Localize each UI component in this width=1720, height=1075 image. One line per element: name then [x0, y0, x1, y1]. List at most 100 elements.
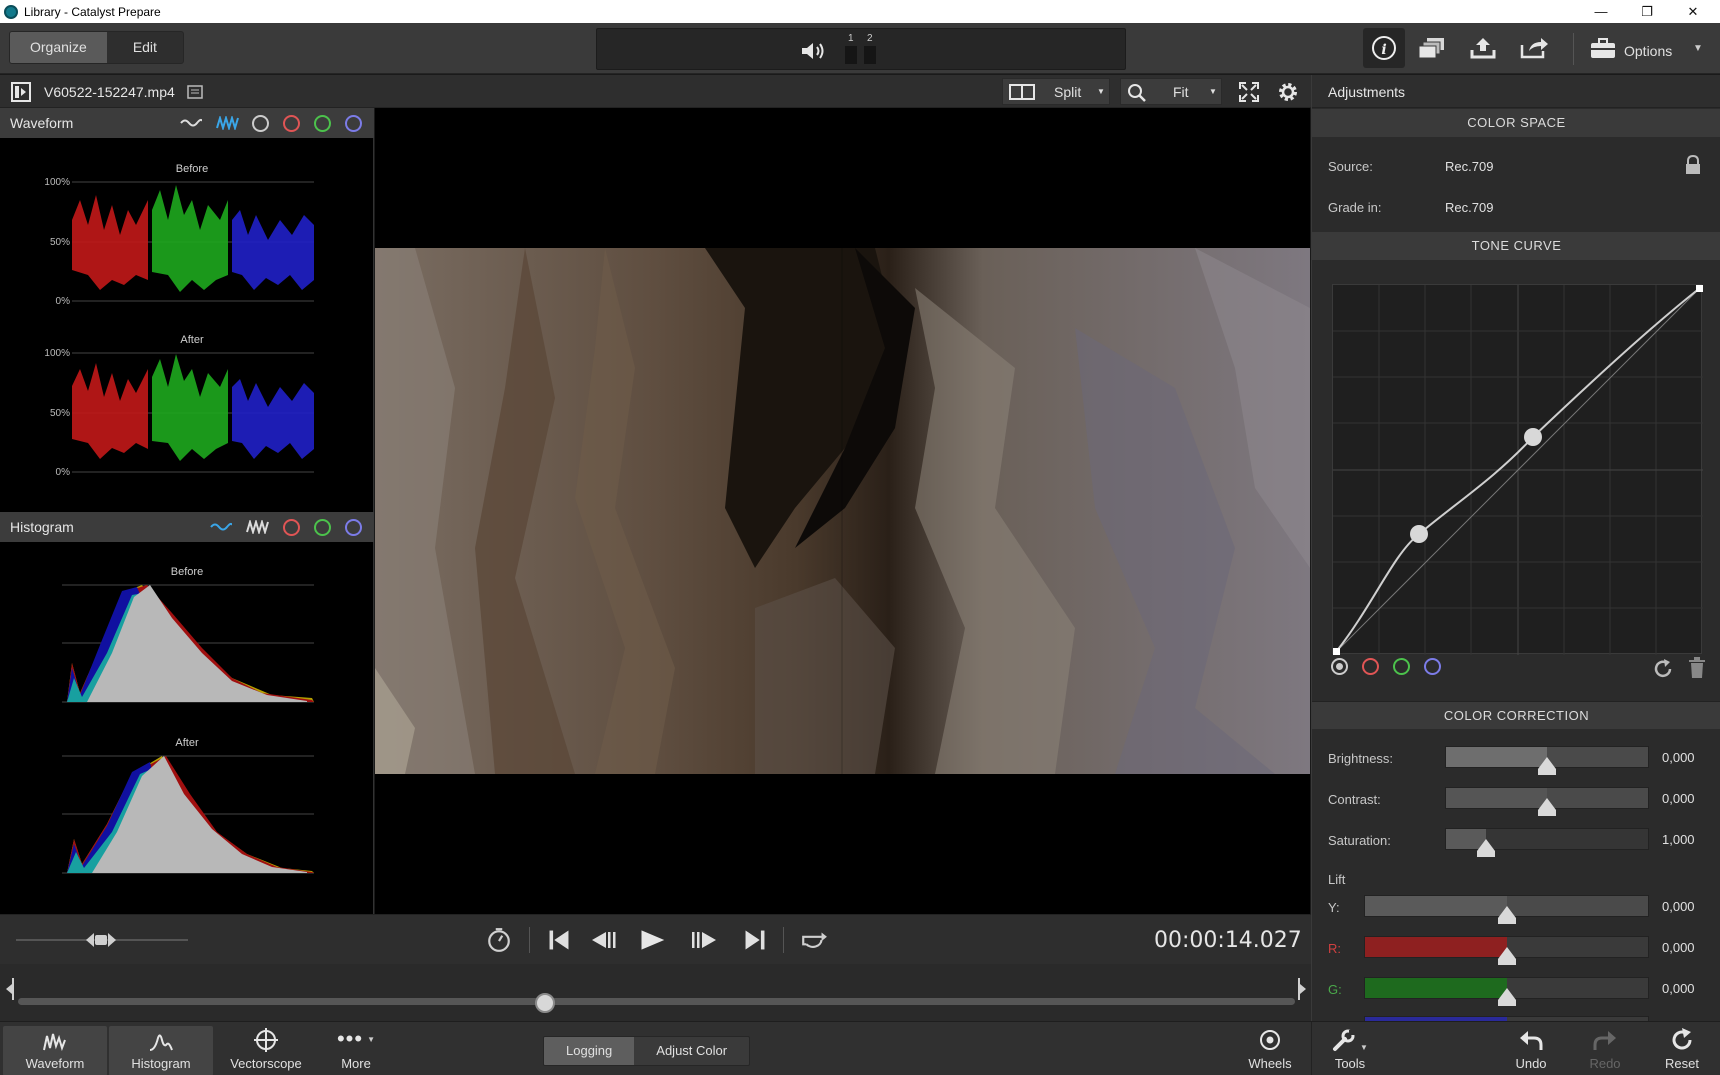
adjust-color-tab[interactable]: Adjust Color: [634, 1037, 749, 1065]
go-to-end-icon[interactable]: [741, 927, 769, 953]
panel-toggle-icon[interactable]: [11, 82, 31, 102]
vectorscope-icon: [254, 1028, 278, 1052]
contrast-slider[interactable]: [1445, 787, 1649, 816]
options-label[interactable]: Options: [1624, 43, 1672, 59]
lift-g-value[interactable]: 0,000: [1662, 981, 1695, 996]
vectorscope-button-label: Vectorscope: [230, 1056, 302, 1071]
curve-green-toggle[interactable]: [1393, 658, 1410, 675]
speaker-icon[interactable]: [800, 41, 828, 61]
step-back-icon[interactable]: [590, 927, 618, 953]
curve-luma-toggle[interactable]: [1331, 658, 1348, 675]
briefcase-icon: [1591, 38, 1615, 58]
histogram-overlay-icon[interactable]: [210, 521, 232, 533]
lift-r-value[interactable]: 0,000: [1662, 940, 1695, 955]
gear-icon[interactable]: [1276, 80, 1300, 104]
luma-channel-toggle[interactable]: [252, 115, 269, 132]
fullscreen-icon[interactable]: [1238, 81, 1260, 103]
color-correction-header[interactable]: COLOR CORRECTION: [1312, 701, 1720, 729]
zoom-select[interactable]: Fit ▼: [1120, 78, 1222, 105]
copy-button[interactable]: [1415, 33, 1449, 63]
waveform-button[interactable]: Waveform: [3, 1026, 107, 1075]
lift-y-thumb[interactable]: [1497, 906, 1516, 924]
lock-icon[interactable]: [1684, 155, 1702, 175]
close-button[interactable]: ✕: [1670, 0, 1716, 23]
lift-g-slider[interactable]: [1364, 977, 1649, 1006]
organize-tab[interactable]: Organize: [10, 32, 107, 63]
lift-r-thumb[interactable]: [1497, 947, 1516, 965]
video-frame[interactable]: [375, 248, 1310, 774]
trash-icon[interactable]: [1688, 657, 1706, 679]
logging-tab[interactable]: Logging: [544, 1037, 635, 1065]
share-button[interactable]: [1517, 33, 1551, 63]
reset-button[interactable]: Reset: [1630, 1026, 1720, 1075]
grade-in-label: Grade in:: [1328, 200, 1382, 215]
brightness-thumb[interactable]: [1538, 757, 1556, 775]
play-icon[interactable]: [638, 927, 666, 953]
histogram-parade-icon[interactable]: [246, 520, 270, 534]
brightness-value[interactable]: 0,000: [1662, 750, 1695, 765]
edit-tab[interactable]: Edit: [107, 32, 183, 63]
timecode-display: 00:00:14.027: [1154, 928, 1302, 953]
shuttle-handle-icon[interactable]: [86, 932, 116, 948]
histogram-red-toggle[interactable]: [283, 519, 300, 536]
restore-button[interactable]: ❐: [1624, 0, 1670, 23]
vectorscope-button[interactable]: Vectorscope: [214, 1026, 318, 1075]
lift-y-value[interactable]: 0,000: [1662, 899, 1695, 914]
more-button[interactable]: ••• ▼ More: [304, 1026, 408, 1075]
red-channel-toggle[interactable]: [283, 115, 300, 132]
upload-button[interactable]: [1466, 33, 1500, 63]
out-point-marker-icon[interactable]: [1294, 978, 1306, 1000]
histogram-button[interactable]: Histogram: [109, 1026, 213, 1075]
timeline-playhead[interactable]: [535, 993, 555, 1013]
lift-y-label: Y:: [1328, 900, 1340, 915]
saturation-value[interactable]: 1,000: [1662, 832, 1695, 847]
tone-curve-editor[interactable]: [1332, 284, 1703, 655]
contrast-value[interactable]: 0,000: [1662, 791, 1695, 806]
reset-curve-icon[interactable]: [1652, 658, 1674, 680]
info-icon: i: [1372, 36, 1396, 60]
tone-curve-header[interactable]: TONE CURVE: [1312, 232, 1720, 260]
timeline-scrubber[interactable]: [0, 964, 1311, 1021]
histogram-before-graph: [62, 584, 314, 703]
source-value[interactable]: Rec.709: [1445, 159, 1493, 174]
metadata-icon[interactable]: [187, 85, 203, 99]
chevron-down-icon[interactable]: ▼: [1693, 43, 1703, 54]
curve-point-white[interactable]: [1696, 285, 1703, 292]
step-forward-icon[interactable]: [690, 927, 718, 953]
color-space-header[interactable]: COLOR SPACE: [1312, 109, 1720, 137]
go-to-start-icon[interactable]: [545, 927, 573, 953]
saturation-slider[interactable]: [1445, 828, 1649, 857]
in-point-marker-icon[interactable]: [6, 978, 18, 1000]
curve-point-shadows[interactable]: [1410, 525, 1428, 543]
waveform-overlay-icon[interactable]: [180, 117, 202, 129]
split-view-select[interactable]: Split ▼: [1002, 78, 1110, 105]
video-viewer[interactable]: [375, 108, 1310, 914]
minimize-button[interactable]: —: [1578, 0, 1624, 23]
timer-icon[interactable]: [485, 927, 513, 953]
curve-blue-toggle[interactable]: [1424, 658, 1441, 675]
mode-switch: Organize Edit: [9, 31, 184, 64]
options-menu-button[interactable]: [1586, 33, 1620, 63]
curve-point-highlights[interactable]: [1524, 428, 1542, 446]
contrast-thumb[interactable]: [1538, 798, 1556, 816]
histogram-green-toggle[interactable]: [314, 519, 331, 536]
grade-in-value[interactable]: Rec.709: [1445, 200, 1493, 215]
lift-r-slider[interactable]: [1364, 936, 1649, 965]
curve-point-black[interactable]: [1333, 648, 1340, 655]
saturation-thumb[interactable]: [1477, 839, 1496, 857]
blue-channel-toggle[interactable]: [345, 115, 362, 132]
lift-y-slider[interactable]: [1364, 895, 1649, 924]
histogram-button-label: Histogram: [131, 1056, 191, 1071]
lift-g-thumb[interactable]: [1497, 988, 1516, 1006]
green-channel-toggle[interactable]: [314, 115, 331, 132]
waveform-before-label: Before: [175, 163, 209, 175]
curve-red-toggle[interactable]: [1362, 658, 1379, 675]
waveform-parade-icon[interactable]: [216, 116, 240, 130]
timeline-track[interactable]: [18, 998, 1295, 1005]
histogram-blue-toggle[interactable]: [345, 519, 362, 536]
tools-button[interactable]: ▼ Tools: [1298, 1026, 1402, 1075]
scopes-panel: Waveform Before 100% 50% 0% After 100% 5…: [0, 108, 374, 914]
brightness-slider[interactable]: [1445, 746, 1649, 775]
info-button[interactable]: i: [1363, 28, 1405, 68]
loop-icon[interactable]: [800, 927, 828, 953]
